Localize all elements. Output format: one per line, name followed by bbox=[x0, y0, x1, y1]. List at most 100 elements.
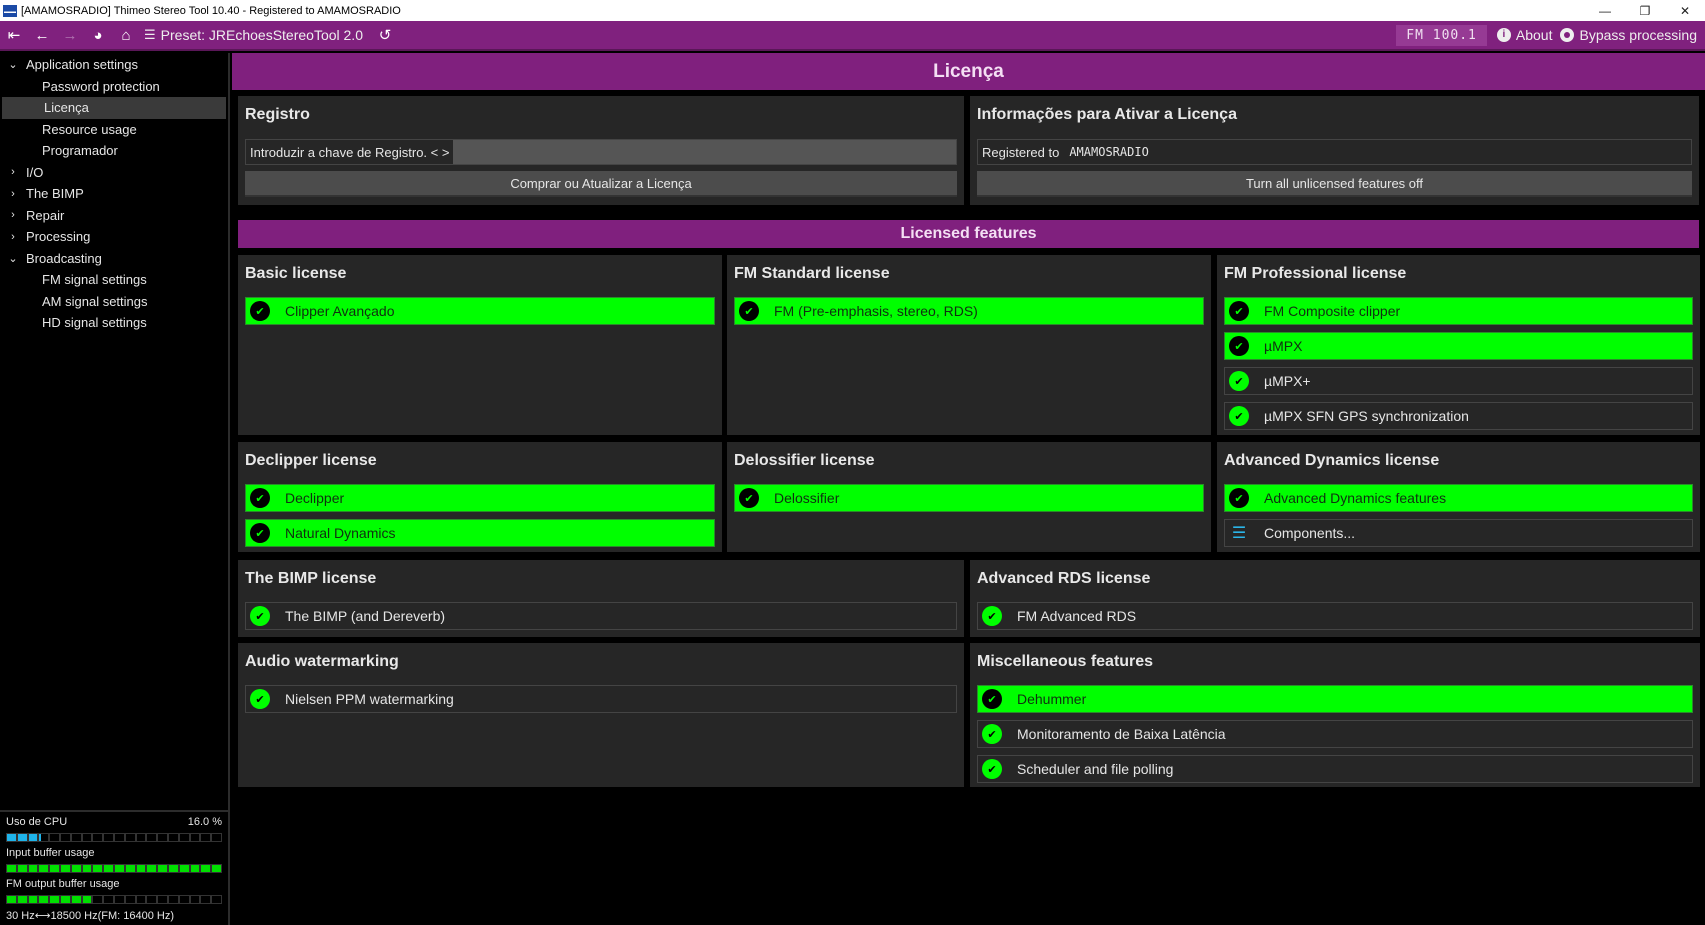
dashboard-icon[interactable]: ◕ bbox=[84, 27, 112, 44]
sidebar-item-programador[interactable]: Programador bbox=[0, 140, 228, 162]
chevron-right-icon[interactable]: › bbox=[4, 166, 22, 178]
sidebar-item-broadcasting[interactable]: ⌄ Broadcasting bbox=[0, 248, 228, 270]
sidebar-item-i-o[interactable]: › I/O bbox=[0, 162, 228, 184]
undo-icon[interactable]: ↺ bbox=[371, 26, 399, 44]
turn-unlicensed-off-button[interactable]: Turn all unlicensed features off bbox=[977, 171, 1692, 197]
check-circle-icon: ✔ bbox=[1229, 371, 1249, 391]
chevron-right-icon[interactable]: › bbox=[4, 209, 22, 221]
feature-toggle[interactable]: ✔ Monitoramento de Baixa Latência bbox=[977, 720, 1693, 748]
back-icon[interactable]: ← bbox=[28, 27, 56, 44]
feature-toggle[interactable]: ✔ Nielsen PPM watermarking bbox=[245, 685, 957, 713]
info-icon: i bbox=[1496, 28, 1511, 42]
meter-segment bbox=[92, 864, 104, 873]
panel-title: Advanced Dynamics license bbox=[1224, 452, 1440, 469]
sidebar-item-fm-signal-settings[interactable]: FM signal settings bbox=[0, 269, 228, 291]
bimp-panel: The BIMP license ✔ The BIMP (and Dereverb) bbox=[238, 560, 964, 637]
registered-to-field: Registered to AMAMOSRADIO bbox=[977, 139, 1692, 165]
check-circle-icon: ✔ bbox=[739, 301, 759, 321]
app-icon bbox=[3, 4, 17, 17]
freq-low: 30 Hz bbox=[6, 910, 35, 922]
feature-toggle[interactable]: ✔ Clipper Avançado bbox=[245, 297, 715, 325]
preset-button[interactable]: ☰ Preset: JREchoesStereoTool 2.0 bbox=[144, 27, 363, 43]
about-button[interactable]: i About bbox=[1496, 27, 1552, 43]
check-circle-icon: ✔ bbox=[1229, 406, 1249, 426]
bypass-label: Bypass processing bbox=[1579, 27, 1697, 43]
output-buffer-meter bbox=[6, 895, 222, 904]
feature-toggle[interactable]: ✔ µMPX+ bbox=[1224, 367, 1693, 395]
meter-segment bbox=[27, 895, 39, 904]
chevron-down-icon[interactable]: ⌄ bbox=[4, 252, 22, 265]
chevron-right-icon[interactable]: › bbox=[4, 231, 22, 243]
forward-icon[interactable]: → bbox=[56, 27, 84, 44]
panel-title: Delossifier license bbox=[734, 452, 875, 469]
check-circle-icon: ✔ bbox=[1229, 336, 1249, 356]
meter-segment bbox=[135, 864, 147, 873]
feature-toggle[interactable]: ✔ FM (Pre-emphasis, stereo, RDS) bbox=[734, 297, 1204, 325]
window-titlebar: [AMAMOSRADIO] Thimeo Stereo Tool 10.40 -… bbox=[0, 0, 1705, 21]
sidebar-item-am-signal-settings[interactable]: AM signal settings bbox=[0, 291, 228, 313]
fm-frequency-display[interactable]: FM 100.1 bbox=[1396, 24, 1487, 46]
license-info-title: Informações para Ativar a Licença bbox=[977, 106, 1237, 123]
feature-toggle[interactable]: ✔ Scheduler and file polling bbox=[977, 755, 1693, 783]
preset-label: Preset: JREchoesStereoTool 2.0 bbox=[160, 27, 363, 43]
registered-to-value: AMAMOSRADIO bbox=[1069, 145, 1149, 159]
buy-upgrade-license-button[interactable]: Comprar ou Atualizar a Licença bbox=[245, 171, 957, 197]
restore-button[interactable]: ❐ bbox=[1625, 0, 1665, 21]
meter-segment bbox=[157, 833, 168, 842]
feature-label: Advanced Dynamics features bbox=[1264, 490, 1447, 506]
feature-toggle[interactable]: ✔ FM Advanced RDS bbox=[977, 602, 1693, 630]
feature-toggle[interactable]: ✔ Declipper bbox=[245, 484, 715, 512]
basic-panel: Basic license ✔ Clipper Avançado bbox=[238, 255, 722, 435]
check-circle-icon: ✔ bbox=[250, 689, 270, 709]
sidebar-item-hd-signal-settings[interactable]: HD signal settings bbox=[0, 312, 228, 334]
panel-title: Miscellaneous features bbox=[977, 653, 1154, 670]
components-button[interactable]: ☰ Components... bbox=[1224, 519, 1693, 547]
minimize-button[interactable]: — bbox=[1585, 0, 1625, 21]
meter-segment bbox=[178, 833, 190, 842]
sidebar-item-label: HD signal settings bbox=[42, 315, 147, 331]
meter-segment bbox=[103, 833, 114, 842]
input-buffer-label: Input buffer usage bbox=[6, 847, 95, 859]
meter-segment bbox=[49, 833, 60, 842]
sidebar-item-resource-usage[interactable]: Resource usage bbox=[0, 119, 228, 141]
bypass-processing-button[interactable]: Bypass processing bbox=[1560, 27, 1697, 43]
home-icon[interactable]: ⌂ bbox=[112, 27, 140, 44]
feature-toggle[interactable]: ✔ Natural Dynamics bbox=[245, 519, 715, 547]
registration-key-label: Introduzir a chave de Registro. < > bbox=[250, 144, 450, 160]
feature-toggle[interactable]: ✔ Advanced Dynamics features bbox=[1224, 484, 1693, 512]
meter-segment bbox=[189, 833, 201, 842]
sidebar-item-repair[interactable]: › Repair bbox=[0, 205, 228, 227]
feature-toggle[interactable]: ✔ Dehummer bbox=[977, 685, 1693, 713]
feature-toggle[interactable]: ✔ Delossifier bbox=[734, 484, 1204, 512]
feature-toggle[interactable]: ✔ µMPX SFN GPS synchronization bbox=[1224, 402, 1693, 430]
fm-standard-panel: FM Standard license ✔ FM (Pre-emphasis, st… bbox=[727, 255, 1211, 435]
license-info-panel: Informações para Ativar a Licença Regist… bbox=[970, 96, 1699, 205]
delossifier-panel: Delossifier license ✔ Delossifier bbox=[727, 442, 1211, 552]
feature-toggle[interactable]: ✔ µMPX bbox=[1224, 332, 1693, 360]
sidebar-item-label: The BIMP bbox=[26, 186, 84, 202]
feature-toggle[interactable]: ✔ The BIMP (and Dereverb) bbox=[245, 602, 957, 630]
sidebar-item-licen-a[interactable]: Licença bbox=[2, 97, 226, 119]
meter-segment bbox=[49, 895, 60, 904]
preset-list-icon: ☰ bbox=[144, 27, 156, 42]
sidebar-item-application-settings[interactable]: ⌄ Application settings bbox=[0, 54, 228, 76]
double-arrow-icon: ⟷ bbox=[34, 910, 51, 922]
feature-label: Clipper Avançado bbox=[285, 303, 395, 319]
check-circle-icon: ✔ bbox=[250, 488, 270, 508]
cpu-usage-value: 16.0 % bbox=[187, 816, 222, 828]
chevron-right-icon[interactable]: › bbox=[4, 188, 22, 200]
chevron-down-icon[interactable]: ⌄ bbox=[4, 58, 22, 71]
sidebar-item-processing[interactable]: › Processing bbox=[0, 226, 228, 248]
registration-key-field: Introduzir a chave de Registro. < > bbox=[245, 139, 957, 165]
feature-label: FM Advanced RDS bbox=[1017, 608, 1137, 624]
sidebar-item-password-protection[interactable]: Password protection bbox=[0, 76, 228, 98]
sidebar-item-label: FM signal settings bbox=[42, 272, 147, 288]
go-first-icon[interactable]: ⇤ bbox=[0, 26, 28, 44]
close-button[interactable]: ✕ bbox=[1665, 0, 1705, 21]
registration-key-input[interactable] bbox=[453, 140, 956, 164]
feature-label: µMPX SFN GPS synchronization bbox=[1264, 408, 1469, 424]
sidebar-item-the-bimp[interactable]: › The BIMP bbox=[0, 183, 228, 205]
feature-toggle[interactable]: ✔ FM Composite clipper bbox=[1224, 297, 1693, 325]
sidebar-item-label: Processing bbox=[26, 229, 91, 245]
feature-label: Monitoramento de Baixa Latência bbox=[1017, 726, 1226, 742]
